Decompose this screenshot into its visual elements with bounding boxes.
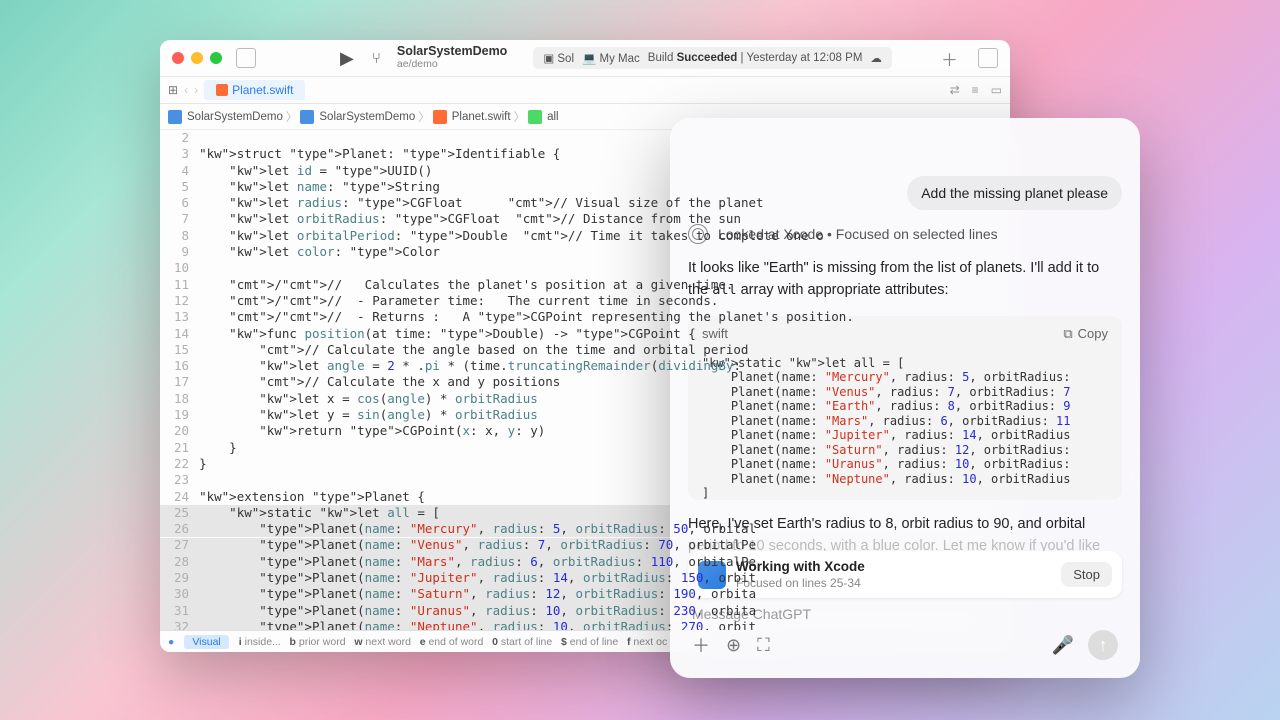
folder-icon: [300, 110, 314, 124]
tab-file[interactable]: Planet.swift: [204, 80, 305, 100]
navigator-icon[interactable]: ⊞: [168, 83, 178, 97]
property-icon: [528, 110, 542, 124]
related-items-icon[interactable]: ⇄: [950, 83, 960, 97]
project-name: SolarSystemDemo: [397, 45, 507, 59]
stop-button[interactable]: Stop: [1061, 562, 1112, 587]
window-controls: [172, 52, 222, 64]
tab-bar: ⊞ ‹ › Planet.swift ⇄ ≡ ▭: [160, 76, 1010, 104]
copy-button[interactable]: ⧉ Copy: [1063, 326, 1108, 342]
swift-icon: [433, 110, 447, 124]
cloud-icon: ☁: [870, 51, 882, 65]
sidebar-toggle-icon[interactable]: [236, 48, 256, 68]
status-bar[interactable]: ▣ Sol 💻 My Mac Build Succeeded | Yesterd…: [533, 47, 892, 69]
branch-name: ae/demo: [397, 59, 507, 71]
run-button[interactable]: ▶: [340, 48, 354, 69]
editor-options-icon[interactable]: ≡: [972, 83, 979, 97]
titlebar: ▶ ⑂ SolarSystemDemo ae/demo ▣ Sol 💻 My M…: [160, 40, 1010, 76]
add-tab-button[interactable]: ＋: [941, 46, 958, 71]
send-button[interactable]: ↑: [1088, 630, 1118, 660]
code-editor[interactable]: 2345678910111213141516171819202122232425…: [160, 130, 1010, 630]
line-gutter: 2345678910111213141516171819202122232425…: [160, 130, 199, 630]
branch-icon[interactable]: ⑂: [372, 50, 381, 67]
nav-forward-icon[interactable]: ›: [194, 83, 198, 97]
vim-hints: i inside... b prior word w next word e e…: [239, 636, 667, 648]
close-icon[interactable]: [172, 52, 184, 64]
code-lines[interactable]: "kw">struct "type">Planet: "type">Identi…: [199, 130, 1010, 630]
web-icon[interactable]: ⊕: [726, 635, 741, 656]
swift-icon: [216, 84, 228, 96]
attach-button[interactable]: ＋: [692, 632, 710, 658]
scheme-selector[interactable]: SolarSystemDemo ae/demo: [397, 45, 507, 70]
assistant-icon[interactable]: ▭: [991, 83, 1002, 97]
zoom-icon[interactable]: [210, 52, 222, 64]
library-icon[interactable]: [978, 48, 998, 68]
vim-mode: Visual: [184, 635, 228, 649]
nav-back-icon[interactable]: ‹: [184, 83, 188, 97]
project-icon: [168, 110, 182, 124]
minimize-icon[interactable]: [191, 52, 203, 64]
mic-icon[interactable]: 🎤: [1052, 635, 1074, 656]
expand-icon[interactable]: ⛶: [757, 635, 770, 656]
xcode-window: ▶ ⑂ SolarSystemDemo ae/demo ▣ Sol 💻 My M…: [160, 40, 1010, 652]
